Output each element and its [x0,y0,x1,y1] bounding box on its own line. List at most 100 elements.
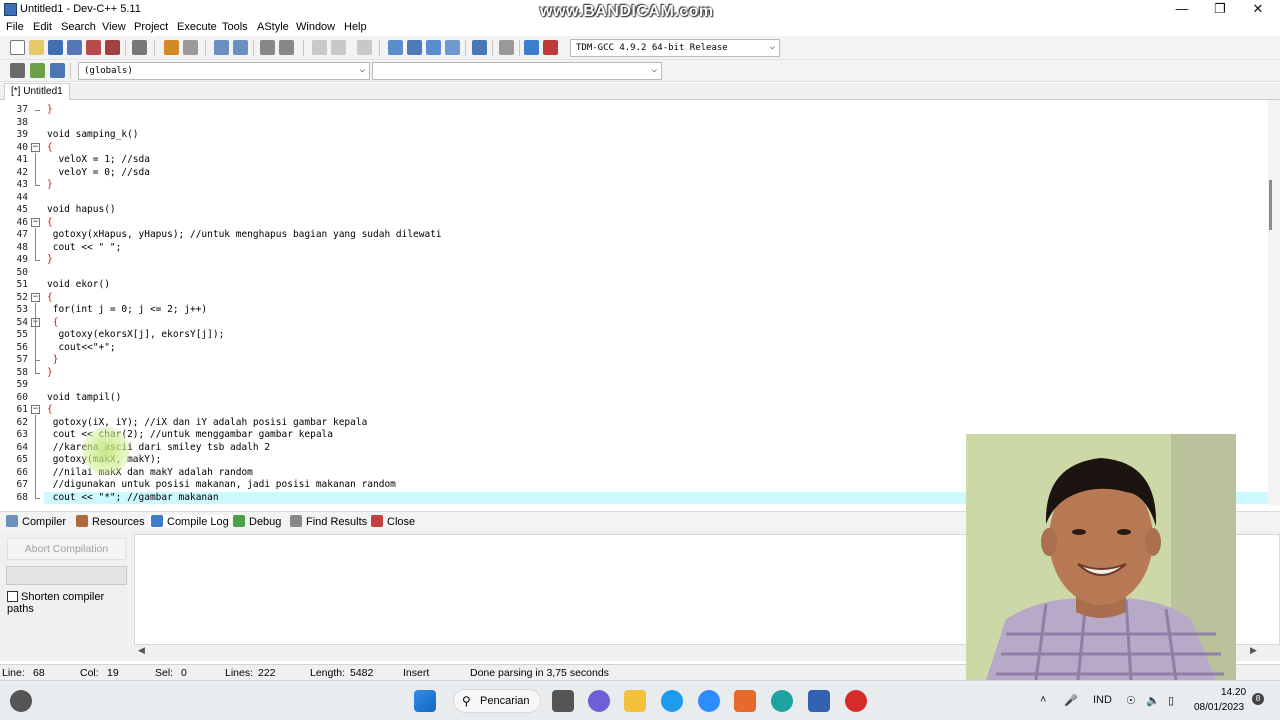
project-add-icon[interactable] [426,40,441,55]
shorten-paths-checkbox[interactable] [7,591,18,602]
redo-icon[interactable] [183,40,198,55]
goto-back-icon[interactable] [312,40,327,55]
menu-tools[interactable]: Tools [222,21,248,33]
open-file-icon[interactable] [29,40,44,55]
microphone-icon[interactable]: 🎤 [1064,694,1078,707]
find-icon[interactable] [214,40,229,55]
store-icon[interactable] [734,690,756,712]
tab-compile-log[interactable]: Compile Log [148,515,232,528]
taskbar-search[interactable]: ⚲ Pencarian [453,689,541,713]
windows-start-icon[interactable] [414,690,436,712]
menu-edit[interactable]: Edit [33,21,52,33]
clock-date[interactable]: 08/01/2023 [1194,702,1244,713]
chevron-up-icon[interactable]: ˄ [1040,694,1046,706]
menu-window[interactable]: Window [296,21,335,33]
syntax-check-icon[interactable] [472,40,487,55]
bookmark-icon[interactable] [357,40,372,55]
battery-icon[interactable]: ▯ [1168,694,1174,707]
title-bar: Untitled1 - Dev-C++ 5.11 www.BANDICAM.co… [0,0,1280,20]
line-number: 44 [16,191,28,203]
twitter-icon[interactable] [661,690,683,712]
scope-select[interactable]: (globals) ⌵ [78,62,370,80]
fold-guide-end [35,260,40,261]
project-options-icon[interactable] [407,40,422,55]
menu-execute[interactable]: Execute [177,21,217,33]
unindent-icon[interactable] [279,40,294,55]
shorten-paths-option[interactable]: Shorten compiler paths [7,591,133,615]
speaker-icon[interactable]: 🔈 [1146,694,1160,707]
new-project-icon[interactable] [388,40,403,55]
tab-untitled1[interactable]: [*] Untitled1 [4,83,70,100]
line-number: 67 [16,479,28,490]
menu-file[interactable]: File [6,21,24,33]
clock-time[interactable]: 14.20 [1221,687,1246,698]
fold-toggle-icon[interactable]: − [31,292,40,302]
abort-compilation-button[interactable]: Abort Compilation [7,538,126,560]
line-number: 64 [16,441,28,453]
code-line: { [47,141,53,153]
file-explorer-icon[interactable] [624,690,646,712]
menu-astyle[interactable]: AStyle [257,21,289,33]
toggle-icon[interactable] [30,63,45,78]
fold-toggle-icon[interactable]: − [31,405,40,414]
menu-help[interactable]: Help [344,21,367,33]
save-all-icon[interactable] [67,40,82,55]
menu-search[interactable]: Search [61,21,96,33]
replace-icon[interactable] [233,40,248,55]
goto-forward-icon[interactable] [331,40,346,55]
editor-vertical-scrollbar[interactable] [1268,100,1280,505]
close-all-icon[interactable] [105,40,120,55]
find-results-icon [290,515,302,527]
tab-resources[interactable]: Resources [76,515,145,528]
print-icon[interactable] [132,40,147,55]
widgets-icon[interactable] [10,690,32,712]
close-button[interactable]: ✕ [1238,0,1278,20]
debug-icon[interactable] [543,40,558,55]
chat-icon[interactable] [588,690,610,712]
language-indicator[interactable]: IND [1093,694,1112,706]
fold-toggle-icon[interactable]: − [31,217,40,227]
maximize-button[interactable]: ❐ [1200,0,1240,20]
function-select[interactable]: ⌵ [372,62,662,80]
abort-icon[interactable] [499,40,514,55]
fold-guide-end [35,360,40,361]
webcam-overlay [966,434,1236,680]
globe-icon[interactable]: ☉ [1126,694,1136,707]
scrollbar-thumb[interactable] [1269,180,1272,230]
tab-debug-label: Debug [249,516,282,528]
status-mode: Insert [403,667,430,679]
tab-close[interactable]: Close [371,515,415,528]
tab-find-results[interactable]: Find Results [290,515,367,528]
task-view-icon[interactable] [552,690,574,712]
scroll-left-icon[interactable]: ◀ [138,645,145,656]
devcpp-taskbar-icon[interactable] [808,690,830,712]
bandicam-watermark: www.BANDICAM.com [540,3,714,20]
edge-icon[interactable] [771,690,793,712]
new-file-icon[interactable] [10,40,25,55]
insert-icon[interactable] [10,63,25,78]
class-browser-icon[interactable] [445,40,460,55]
indent-icon[interactable] [260,40,275,55]
code-line: gotoxy(iX, iY); //iX dan iY adalah posis… [47,416,368,428]
fold-toggle-icon[interactable]: − [31,142,40,152]
compiler-select[interactable]: TDM-GCC 4.9.2 64-bit Release ⌵ [570,39,780,57]
tab-compiler[interactable]: Compiler [6,515,66,528]
notification-badge[interactable]: 8 [1252,693,1264,705]
zoom-icon[interactable] [698,690,720,712]
goto-icon[interactable] [50,63,65,78]
bandicam-icon[interactable] [845,690,867,712]
line-number: 53 [16,304,28,315]
undo-icon[interactable] [164,40,179,55]
tab-find-results-label: Find Results [306,516,368,528]
save-icon[interactable] [48,40,63,55]
menu-view[interactable]: View [102,21,126,33]
tab-debug[interactable]: Debug [233,515,281,528]
line-number: 49 [16,254,28,265]
minimize-button[interactable]: — [1162,0,1202,20]
scroll-right-icon[interactable]: ▶ [1250,645,1257,656]
menu-project[interactable]: Project [134,21,168,33]
close-file-icon[interactable] [86,40,101,55]
status-sel-label: Sel: [155,667,174,679]
status-line-value: 68 [33,667,45,679]
profile-icon[interactable] [524,40,539,55]
